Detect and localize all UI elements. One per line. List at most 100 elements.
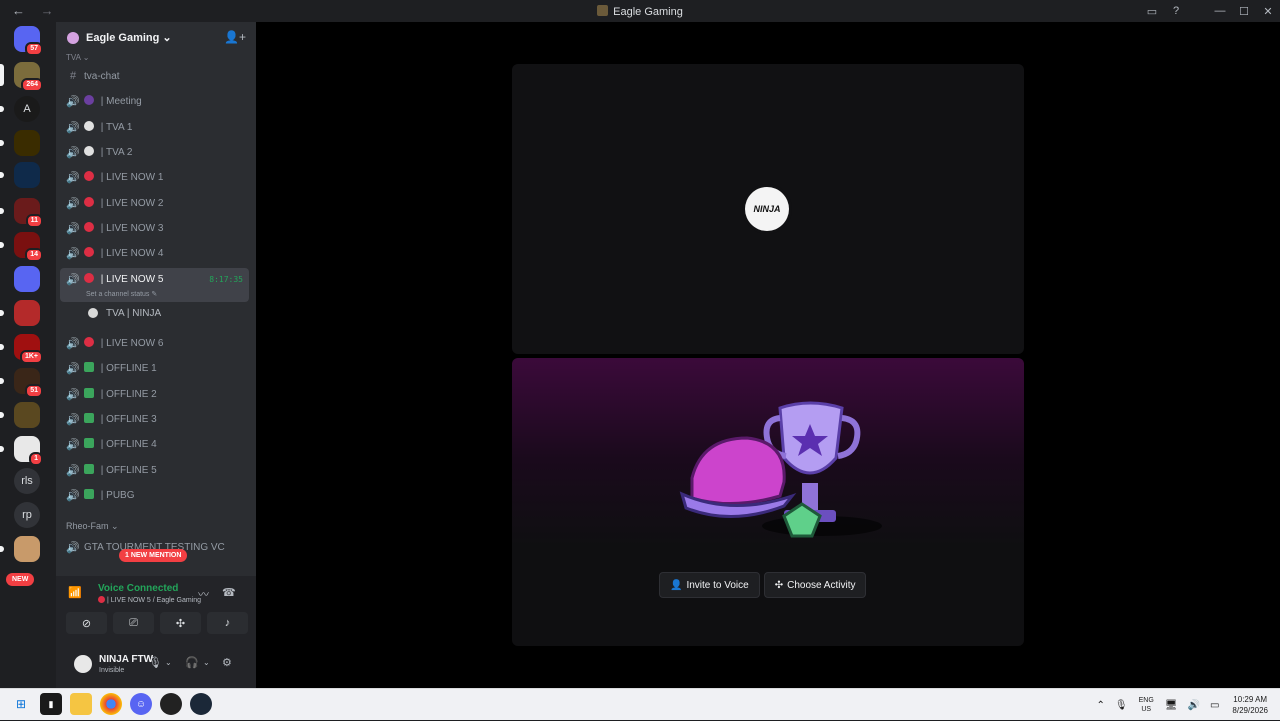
guild-server-gold[interactable]	[0, 402, 40, 428]
close-button[interactable]: ✕	[1256, 5, 1280, 18]
guild-server-red-4[interactable]: 1K+	[0, 334, 43, 364]
file-explorer-icon[interactable]	[70, 693, 92, 715]
channel-item[interactable]: 🔊 | Meeting	[60, 90, 249, 112]
minimize-button[interactable]: —	[1208, 5, 1232, 17]
channel-item[interactable]: 🔊 | LIVE NOW 2	[60, 192, 249, 214]
guild-folder[interactable]	[14, 266, 40, 292]
screen-share-button[interactable]: ⎚	[113, 612, 154, 634]
steam-icon[interactable]	[190, 693, 212, 715]
voice-timer: 8:17:35	[209, 275, 243, 284]
channel-item[interactable]: 🔊 | LIVE NOW 1	[60, 166, 249, 188]
channel-label: | OFFLINE 5	[84, 464, 157, 476]
channel-emoji-icon	[84, 197, 94, 207]
guild-server-rp[interactable]: rp	[14, 502, 40, 528]
check-emoji-icon	[84, 438, 94, 448]
category-tva[interactable]: TVA ⌄	[66, 53, 89, 62]
guild-server-ninja[interactable]: 1	[0, 436, 43, 466]
taskbar-apps: ⊞ ▮ ☺	[10, 693, 212, 715]
user-status: Invisible	[99, 667, 125, 674]
microphone-icon[interactable]: 🎙	[1115, 700, 1128, 711]
activities-icon: ✣	[774, 579, 784, 591]
guild-server-rls[interactable]: rls	[14, 468, 40, 494]
channel-item[interactable]: 🔊 | OFFLINE 5	[60, 459, 249, 481]
participant-tile[interactable]: NINJA	[512, 64, 1024, 354]
speaker-icon: 🔊	[66, 413, 80, 426]
guild-server-red-3[interactable]	[0, 300, 40, 326]
channel-item[interactable]: 🔊 | OFFLINE 2	[60, 383, 249, 405]
discord-icon[interactable]: ☺	[130, 693, 152, 715]
system-tray: ⌃ 🎙 ENG US 🖥 🔊 ▭ 10:29 AM 8/29/2026	[1092, 689, 1280, 721]
activities-button[interactable]: ✣	[160, 612, 201, 634]
ninja-logo: NINJA	[745, 187, 789, 231]
guild-server-apex[interactable]: A	[0, 96, 40, 122]
inbox-icon[interactable]: ▭	[1140, 5, 1164, 18]
new-unreads-pill[interactable]: NEW	[6, 573, 35, 586]
channel-item[interactable]: 🔊 | LIVE NOW 4	[60, 242, 249, 264]
invite-to-voice-button[interactable]: 👤 Invite to Voice	[659, 572, 760, 598]
voice-member[interactable]: TVA | NINJA	[86, 306, 161, 320]
maximize-button[interactable]: ☐	[1232, 5, 1256, 18]
camera-button[interactable]: ⊘	[66, 612, 107, 634]
channel-status[interactable]: Set a channel status ✎	[86, 290, 157, 298]
microphone-icon[interactable]: 🎙	[148, 656, 162, 669]
mention-badge: 14	[25, 248, 43, 262]
unread-pill	[0, 208, 4, 214]
noise-suppression-icon[interactable]: 〰	[198, 586, 209, 602]
chevron-down-icon[interactable]: ⌄	[165, 658, 172, 667]
channel-item[interactable]: 🔊 | TVA 2	[60, 141, 249, 163]
speaker-icon: 🔊	[66, 121, 80, 134]
guild-icon	[14, 130, 40, 156]
chrome-icon[interactable]	[100, 693, 122, 715]
channel-live-now-5-active[interactable]: 🔊 | LIVE NOW 5 8:17:35 Set a channel sta…	[60, 268, 249, 302]
volume-icon[interactable]: 🔊	[1188, 700, 1200, 711]
signal-icon[interactable]: 📶	[68, 586, 82, 599]
network-icon[interactable]: 🖥	[1165, 700, 1178, 711]
guild-server-last[interactable]	[0, 536, 40, 562]
channel-item[interactable]: 🔊 | OFFLINE 3	[60, 408, 249, 430]
guild-server-char[interactable]: 51	[0, 368, 43, 398]
username[interactable]: NINJA FTW	[99, 654, 153, 665]
chevron-down-icon[interactable]: ⌄	[203, 658, 210, 667]
voice-member-name: TVA | NINJA	[106, 307, 162, 319]
windows-start-icon[interactable]: ⊞	[10, 693, 32, 715]
category-rheo-fam[interactable]: Rheo-Fam ⌄	[66, 521, 119, 532]
language-indicator[interactable]: ENG US	[1139, 696, 1154, 714]
battery-icon[interactable]: ▭	[1210, 700, 1219, 711]
gear-icon[interactable]: ⚙	[222, 656, 232, 669]
help-icon[interactable]: ?	[1164, 5, 1188, 17]
guild-server-red-2[interactable]: 14	[0, 232, 43, 262]
channel-item[interactable]: 🔊 | PUBG	[60, 484, 249, 506]
guild-server-1[interactable]: 264	[0, 62, 43, 92]
voice-connected-label[interactable]: Voice Connected	[98, 583, 178, 594]
guild-icon	[14, 402, 40, 428]
channel-item[interactable]: # tva-chat	[60, 65, 249, 87]
channel-item[interactable]: 🔊 | TVA 1	[60, 116, 249, 138]
speaker-icon: 🔊	[66, 464, 80, 477]
disconnect-icon[interactable]: ☎	[222, 586, 236, 599]
chevron-up-icon[interactable]: ⌃	[1097, 700, 1105, 711]
headphones-icon[interactable]: 🎧	[185, 656, 199, 669]
clock[interactable]: 10:29 AM 8/29/2026	[1232, 694, 1268, 716]
speaker-icon: 🔊	[66, 337, 80, 350]
choose-activity-button[interactable]: ✣ Choose Activity	[763, 572, 867, 598]
speaker-icon: 🔊	[66, 197, 80, 210]
soundboard-button[interactable]: ♪	[207, 612, 248, 634]
guild-server-blue-shield[interactable]	[0, 162, 40, 188]
channel-item[interactable]: 🔊 | OFFLINE 1	[60, 357, 249, 379]
user-area: NINJA FTW Invisible 🎙 ⌄ 🎧 ⌄ ⚙	[56, 648, 256, 688]
terminal-icon[interactable]: ▮	[40, 693, 62, 715]
channel-item[interactable]: 🔊 | LIVE NOW 3	[60, 217, 249, 239]
server-name[interactable]: Eagle Gaming ⌄	[86, 31, 172, 44]
voice-location[interactable]: | LIVE NOW 5 / Eagle Gaming	[98, 596, 201, 604]
channel-item[interactable]: 🔊 | LIVE NOW 6	[60, 332, 249, 354]
invite-people-icon[interactable]: 👤+	[224, 30, 246, 44]
app-icon[interactable]	[160, 693, 182, 715]
server-header[interactable]: Eagle Gaming ⌄ 👤+	[56, 22, 256, 54]
avatar[interactable]	[74, 655, 92, 673]
speaker-icon: 🔊	[66, 541, 80, 554]
guild-discord-home[interactable]: 57	[14, 26, 43, 56]
guild-server-red-avatar[interactable]: 11	[0, 198, 43, 228]
channel-item[interactable]: 🔊 | OFFLINE 4	[60, 433, 249, 455]
new-mention-pill[interactable]: 1 NEW MENTION	[119, 549, 188, 562]
guild-server-yellow[interactable]	[0, 130, 40, 156]
